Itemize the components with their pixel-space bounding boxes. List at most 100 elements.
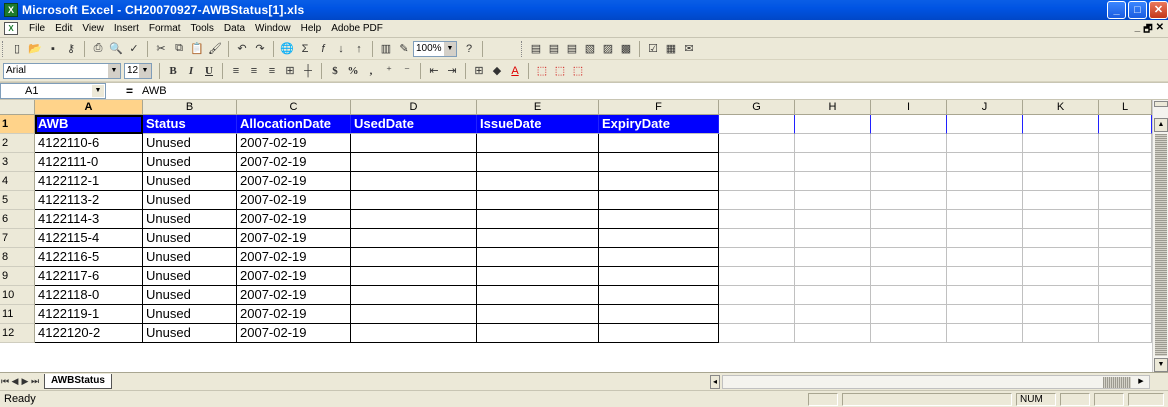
cell-f12[interactable]	[599, 324, 719, 343]
cell-h4[interactable]	[795, 172, 871, 191]
cell-g6[interactable]	[719, 210, 795, 229]
cell-j9[interactable]	[947, 267, 1023, 286]
scroll-right-icon[interactable]: ▶	[1134, 376, 1148, 388]
select-all-corner[interactable]	[0, 100, 35, 115]
cell-g5[interactable]	[719, 191, 795, 210]
doc-minimize-button[interactable]: _	[1135, 22, 1141, 39]
scroll-thumb[interactable]	[1155, 134, 1167, 356]
cell-h3[interactable]	[795, 153, 871, 172]
reviewing-icon-2[interactable]: ▤	[546, 41, 562, 57]
cell-h5[interactable]	[795, 191, 871, 210]
cell-h1[interactable]	[795, 115, 871, 134]
cell-g8[interactable]	[719, 248, 795, 267]
cell-f11[interactable]	[599, 305, 719, 324]
cell-b10[interactable]: Unused	[143, 286, 237, 305]
copy-icon[interactable]: ⧉	[171, 41, 187, 57]
cell-a12[interactable]: 4122120-2	[35, 324, 143, 343]
row-header[interactable]: 6	[0, 210, 35, 229]
comma-button[interactable]: ,	[363, 63, 379, 79]
column-header-c[interactable]: C	[237, 100, 351, 115]
permission-icon[interactable]: ⚷	[63, 41, 79, 57]
row-header[interactable]: 11	[0, 305, 35, 324]
cell-l10[interactable]	[1099, 286, 1152, 305]
cell-a1[interactable]: AWB	[35, 115, 143, 134]
cell-c9[interactable]: 2007-02-19	[237, 267, 351, 286]
cell-l8[interactable]	[1099, 248, 1152, 267]
cell-b4[interactable]: Unused	[143, 172, 237, 191]
cell-e1[interactable]: IssueDate	[477, 115, 599, 134]
cell-e8[interactable]	[477, 248, 599, 267]
cell-i10[interactable]	[871, 286, 947, 305]
cell-g4[interactable]	[719, 172, 795, 191]
cell-e9[interactable]	[477, 267, 599, 286]
bold-button[interactable]: B	[165, 63, 181, 79]
sheet-tab-awbstatus[interactable]: AWBStatus	[44, 374, 112, 389]
cell-b12[interactable]: Unused	[143, 324, 237, 343]
hscroll-thumb[interactable]	[1103, 377, 1131, 388]
cell-h12[interactable]	[795, 324, 871, 343]
cell-d4[interactable]	[351, 172, 477, 191]
maximize-button[interactable]: □	[1128, 1, 1147, 19]
close-button[interactable]: ✕	[1149, 1, 1168, 19]
cell-k6[interactable]	[1023, 210, 1099, 229]
cell-l2[interactable]	[1099, 134, 1152, 153]
font-color-icon[interactable]: A	[507, 63, 523, 79]
column-header-h[interactable]: H	[795, 100, 871, 115]
cell-a10[interactable]: 4122118-0	[35, 286, 143, 305]
undo-icon[interactable]: ↶	[234, 41, 250, 57]
row-header[interactable]: 10	[0, 286, 35, 305]
redo-icon[interactable]: ↷	[252, 41, 268, 57]
cell-g2[interactable]	[719, 134, 795, 153]
cell-i1[interactable]	[871, 115, 947, 134]
column-header-f[interactable]: F	[599, 100, 719, 115]
cell-f3[interactable]	[599, 153, 719, 172]
scroll-up-icon[interactable]: ▲	[1154, 118, 1168, 132]
cell-c1[interactable]: AllocationDate	[237, 115, 351, 134]
formula-input[interactable]: AWB	[142, 85, 167, 97]
cell-a4[interactable]: 4122112-1	[35, 172, 143, 191]
drawing-icon[interactable]: ✎	[396, 41, 412, 57]
cell-j2[interactable]	[947, 134, 1023, 153]
cell-j10[interactable]	[947, 286, 1023, 305]
cell-k3[interactable]	[1023, 153, 1099, 172]
align-center-icon[interactable]: ≡	[246, 63, 262, 79]
cell-e3[interactable]	[477, 153, 599, 172]
menu-adobe-pdf[interactable]: Adobe PDF	[326, 23, 388, 34]
cell-k12[interactable]	[1023, 324, 1099, 343]
cell-j11[interactable]	[947, 305, 1023, 324]
pdf-mail-icon[interactable]: ⬚	[552, 63, 568, 79]
cell-f2[interactable]	[599, 134, 719, 153]
hyperlink-icon[interactable]: 🌐	[279, 41, 295, 57]
menu-view[interactable]: View	[77, 23, 109, 34]
cell-a7[interactable]: 4122115-4	[35, 229, 143, 248]
increase-decimal-icon[interactable]: ⁺	[381, 63, 397, 79]
cell-l12[interactable]	[1099, 324, 1152, 343]
workbook-icon[interactable]: X	[4, 22, 18, 35]
cell-a9[interactable]: 4122117-6	[35, 267, 143, 286]
cell-b11[interactable]: Unused	[143, 305, 237, 324]
cell-b1[interactable]: Status	[143, 115, 237, 134]
reviewing-icon[interactable]: ▤	[528, 41, 544, 57]
cell-a11[interactable]: 4122119-1	[35, 305, 143, 324]
cut-icon[interactable]: ✂	[153, 41, 169, 57]
reviewing-icon-8[interactable]: ▦	[663, 41, 679, 57]
cell-l5[interactable]	[1099, 191, 1152, 210]
cell-c8[interactable]: 2007-02-19	[237, 248, 351, 267]
cell-f4[interactable]	[599, 172, 719, 191]
cell-i6[interactable]	[871, 210, 947, 229]
menu-tools[interactable]: Tools	[186, 23, 219, 34]
cell-a2[interactable]: 4122110-6	[35, 134, 143, 153]
cell-l3[interactable]	[1099, 153, 1152, 172]
column-header-b[interactable]: B	[143, 100, 237, 115]
reviewing-icon-3[interactable]: ▤	[564, 41, 580, 57]
cell-f8[interactable]	[599, 248, 719, 267]
cell-b2[interactable]: Unused	[143, 134, 237, 153]
pdf-review-icon[interactable]: ⬚	[570, 63, 586, 79]
cell-f7[interactable]	[599, 229, 719, 248]
cell-g9[interactable]	[719, 267, 795, 286]
cell-k11[interactable]	[1023, 305, 1099, 324]
fill-color-icon[interactable]: ◆	[489, 63, 505, 79]
row-header[interactable]: 5	[0, 191, 35, 210]
cell-b8[interactable]: Unused	[143, 248, 237, 267]
cell-l6[interactable]	[1099, 210, 1152, 229]
